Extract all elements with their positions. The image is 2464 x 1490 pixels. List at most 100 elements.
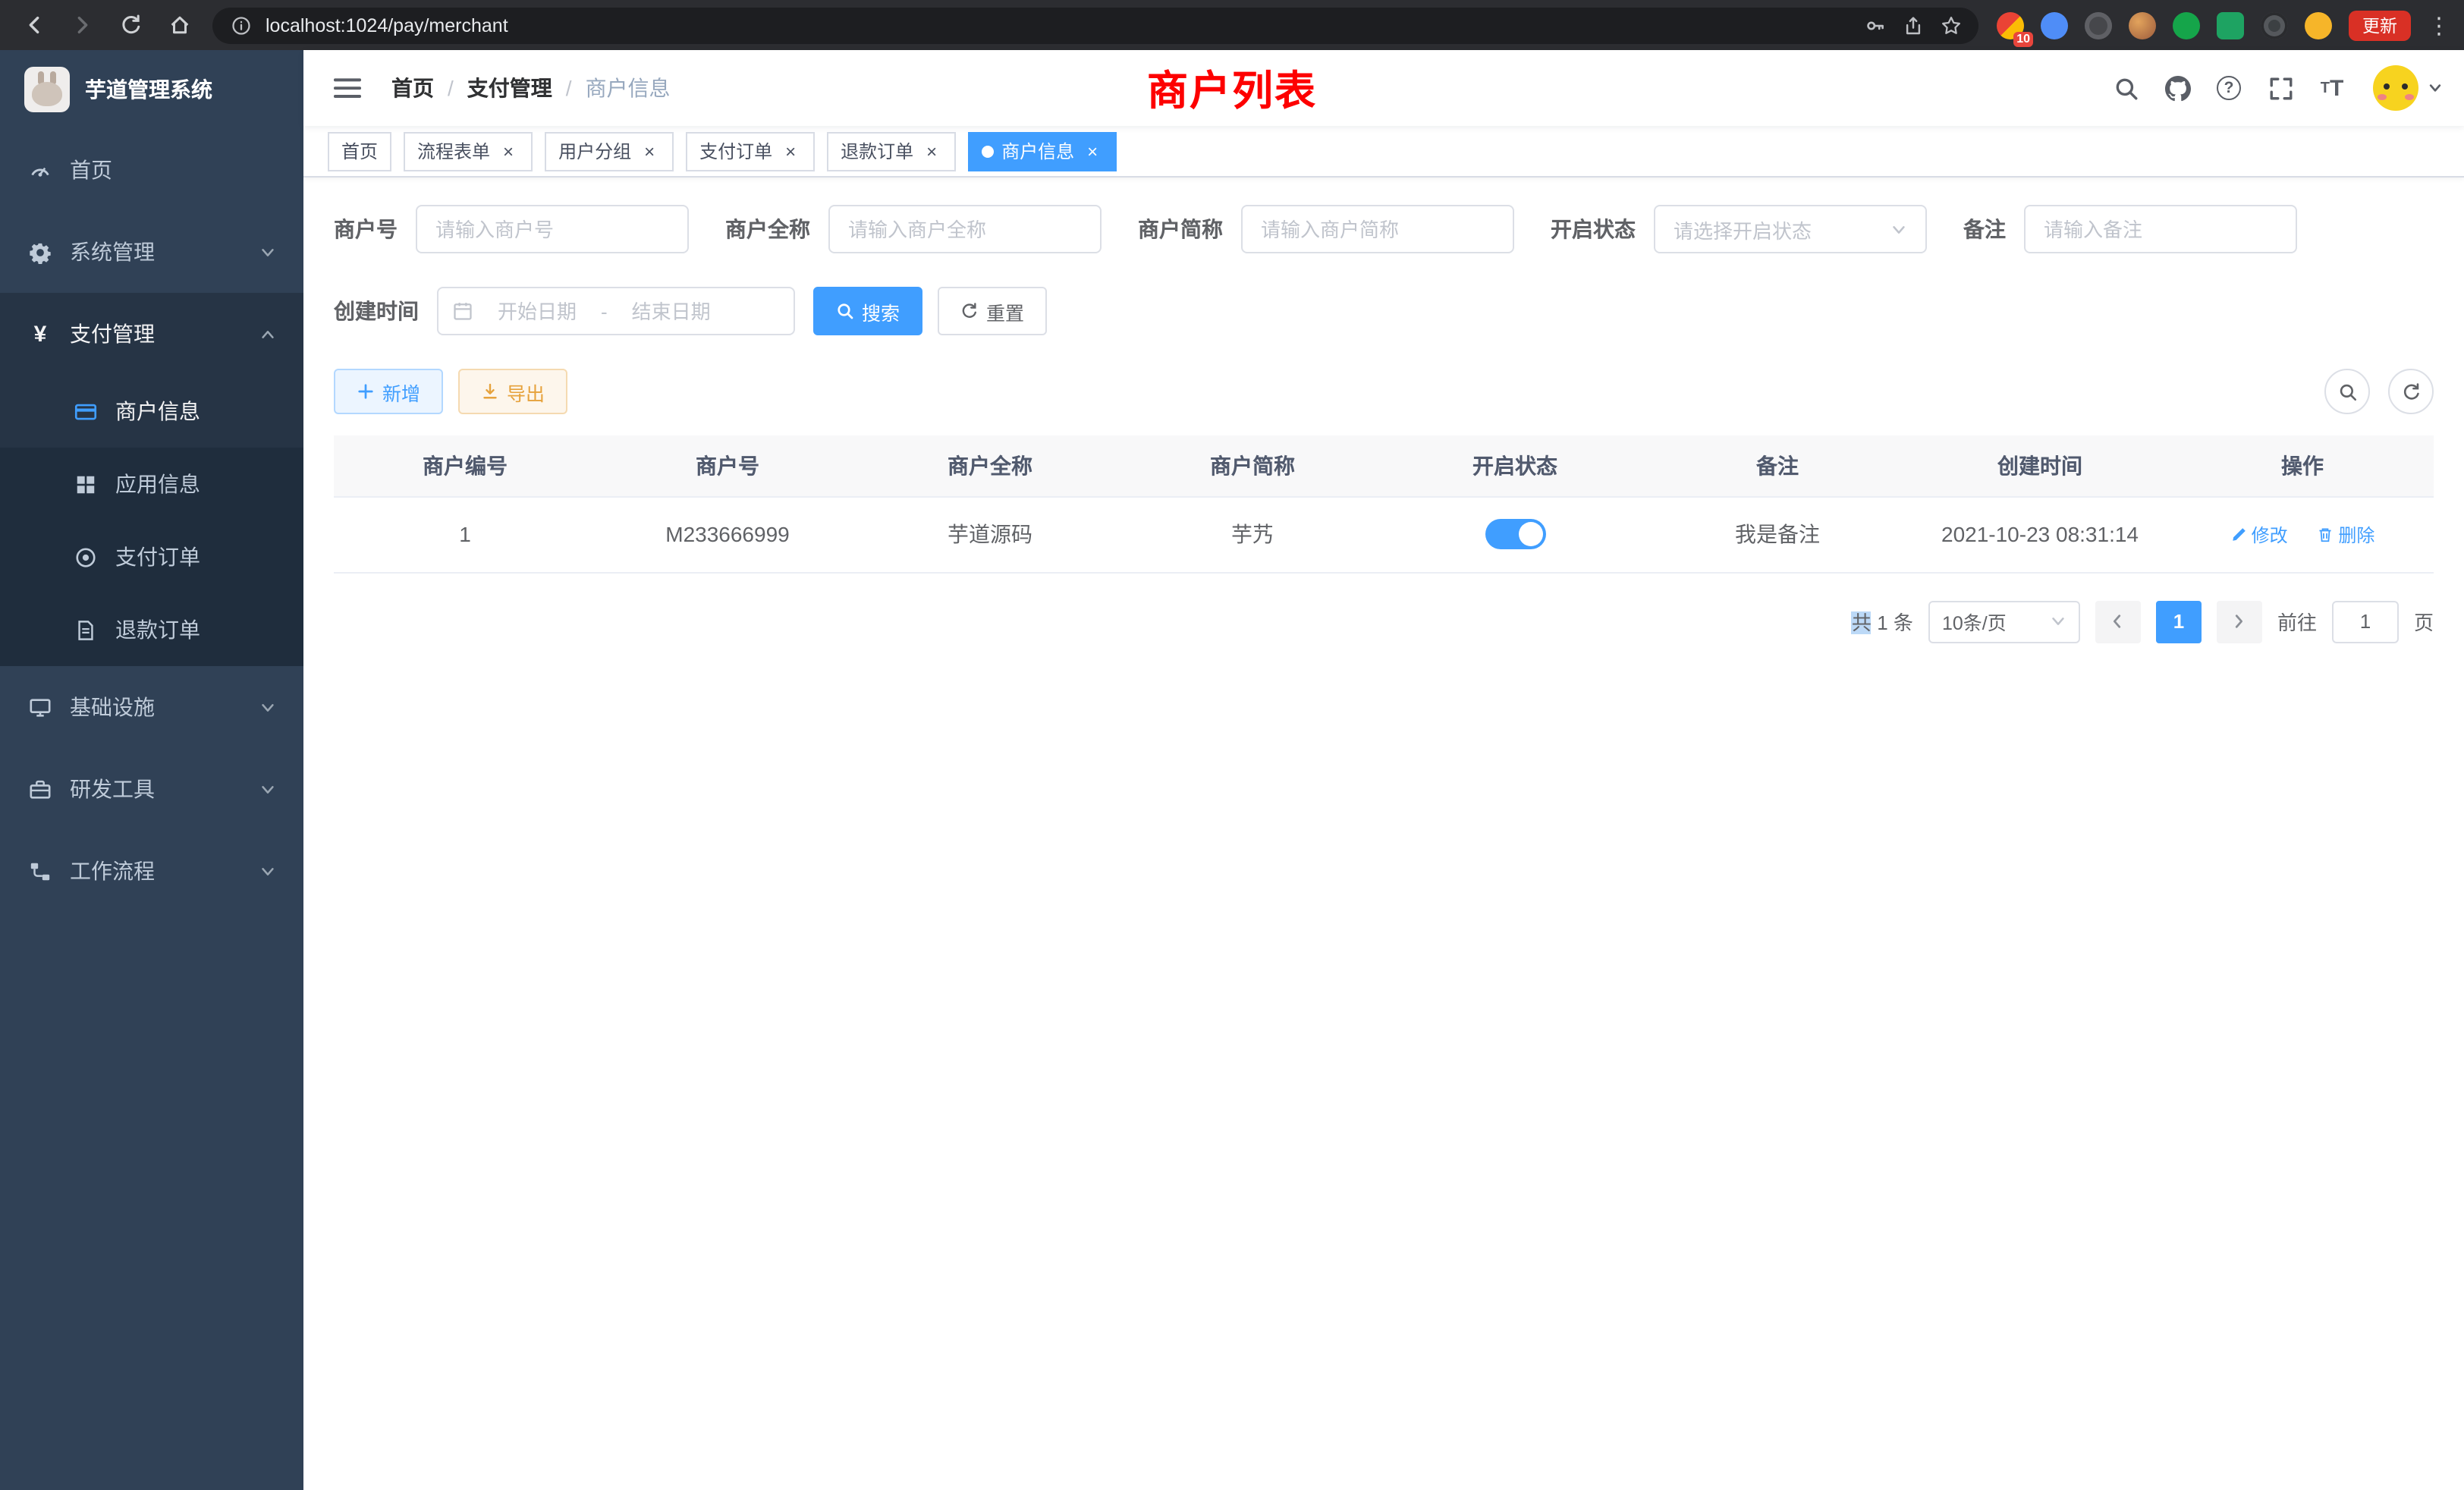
cell-actions: 修改 删除 [2171, 496, 2434, 572]
sidebar-item-workflow[interactable]: 工作流程 [0, 830, 303, 912]
info-icon[interactable] [228, 12, 253, 38]
bookmark-star-icon[interactable] [1938, 12, 1963, 38]
app-logo[interactable]: 芋道管理系统 [0, 50, 303, 129]
sidebar-item-refund-order[interactable]: 退款订单 [0, 593, 303, 666]
page-1-button[interactable]: 1 [2156, 600, 2202, 643]
back-icon[interactable] [18, 10, 49, 40]
sidebar-item-merchant-info[interactable]: 商户信息 [0, 375, 303, 448]
tab-user-group[interactable]: 用户分组 × [545, 131, 674, 171]
table-header-row: 商户编号 商户号 商户全称 商户简称 开启状态 备注 创建时间 操作 [334, 435, 2434, 496]
key-icon[interactable] [1862, 12, 1887, 38]
breadcrumb-payment[interactable]: 支付管理 [467, 73, 552, 103]
font-size-icon[interactable]: TT [2309, 65, 2355, 111]
sidebar: 芋道管理系统 首页 系统管理 [0, 50, 303, 1490]
caret-down-icon[interactable] [2428, 80, 2443, 96]
sidebar-item-home[interactable]: 首页 [0, 129, 303, 211]
status-toggle[interactable] [1485, 519, 1545, 549]
col-remark: 备注 [1646, 435, 1909, 496]
payment-submenu: 商户信息 应用信息 支付订单 [0, 375, 303, 666]
reload-icon[interactable] [115, 10, 146, 40]
search-icon[interactable] [2103, 65, 2148, 111]
dashboard-icon [27, 159, 53, 181]
merchant-no-input[interactable] [416, 205, 689, 253]
close-icon[interactable]: × [780, 140, 801, 162]
goto-label: 前往 [2277, 607, 2317, 636]
sidebar-item-dev-tools[interactable]: 研发工具 [0, 748, 303, 830]
tab-process-form[interactable]: 流程表单 × [404, 131, 533, 171]
logo-image [24, 67, 70, 112]
col-short-name: 商户简称 [1121, 435, 1384, 496]
fullscreen-icon[interactable] [2258, 65, 2303, 111]
breadcrumb-separator: / [448, 76, 454, 100]
end-date-input[interactable] [614, 300, 729, 322]
edit-link[interactable]: 修改 [2230, 521, 2288, 547]
close-icon[interactable]: × [1082, 140, 1103, 162]
toggle-search-button[interactable] [2324, 369, 2370, 414]
export-button[interactable]: 导出 [458, 369, 567, 414]
tab-home[interactable]: 首页 [328, 131, 391, 171]
sidebar-item-payment[interactable]: ¥ 支付管理 [0, 293, 303, 375]
close-icon[interactable]: × [639, 140, 660, 162]
github-icon[interactable] [2154, 65, 2200, 111]
date-separator: - [601, 300, 608, 322]
tab-pay-order[interactable]: 支付订单 × [686, 131, 815, 171]
browser-update-button[interactable]: 更新 [2349, 10, 2411, 40]
chevron-down-icon [1890, 221, 1907, 237]
avatar[interactable] [2373, 65, 2418, 111]
help-icon[interactable]: ? [2206, 65, 2252, 111]
extension-icon-1[interactable]: 10 [1997, 11, 2024, 39]
col-actions: 操作 [2171, 435, 2434, 496]
goto-page-input[interactable] [2332, 600, 2399, 643]
screen: localhost:1024/pay/merchant 10 更新 ⋮ [0, 0, 2464, 1490]
full-name-input[interactable] [828, 205, 1102, 253]
reset-button[interactable]: 重置 [938, 287, 1047, 335]
extension-icon-8[interactable] [2305, 11, 2332, 39]
address-bar[interactable]: localhost:1024/pay/merchant [212, 7, 1978, 43]
forward-icon[interactable] [67, 10, 97, 40]
short-name-input[interactable] [1241, 205, 1514, 253]
toolbox-icon [27, 778, 53, 800]
add-button[interactable]: 新增 [334, 369, 443, 414]
home-icon[interactable] [164, 10, 194, 40]
page-size-select[interactable]: 10条/页 [1928, 600, 2080, 643]
sidebar-item-label: 商户信息 [115, 396, 200, 426]
delete-link[interactable]: 删除 [2317, 521, 2374, 547]
tab-merchant-info[interactable]: 商户信息 × [968, 131, 1117, 171]
extension-icon-6[interactable] [2217, 11, 2244, 39]
status-select-placeholder: 请选择开启状态 [1674, 215, 1812, 244]
status-select[interactable]: 请选择开启状态 [1654, 205, 1927, 253]
tab-refund-order[interactable]: 退款订单 × [827, 131, 956, 171]
share-icon[interactable] [1900, 12, 1925, 38]
prev-page-button[interactable] [2095, 600, 2141, 643]
extension-icon-7[interactable] [2261, 11, 2288, 39]
url-text[interactable]: localhost:1024/pay/merchant [266, 14, 1850, 36]
close-icon[interactable]: × [921, 140, 942, 162]
extension-icon-5[interactable] [2173, 11, 2200, 39]
extension-icon-2[interactable] [2041, 11, 2068, 39]
page-content: 商户号 商户全称 商户简称 开启状态 请选择开启状态 [303, 178, 2464, 1490]
start-date-input[interactable] [479, 300, 595, 322]
reset-button-label: 重置 [986, 297, 1024, 325]
next-page-button[interactable] [2217, 600, 2262, 643]
sidebar-item-label: 应用信息 [115, 469, 200, 499]
search-button[interactable]: 搜索 [813, 287, 922, 335]
remark-input[interactable] [2024, 205, 2297, 253]
extension-icon-3[interactable] [2085, 11, 2112, 39]
sidebar-item-infrastructure[interactable]: 基础设施 [0, 666, 303, 748]
col-status: 开启状态 [1384, 435, 1646, 496]
table-toolbar-right [2324, 369, 2434, 414]
sidebar-item-system[interactable]: 系统管理 [0, 211, 303, 293]
extension-icon-4[interactable] [2129, 11, 2156, 39]
hamburger-icon[interactable] [325, 76, 370, 100]
sidebar-item-app-info[interactable]: 应用信息 [0, 448, 303, 520]
create-time-range[interactable]: - [437, 287, 795, 335]
delete-icon [2317, 526, 2334, 542]
col-merchant-no: 商户号 [596, 435, 859, 496]
close-icon[interactable]: × [498, 140, 519, 162]
refresh-table-button[interactable] [2388, 369, 2434, 414]
breadcrumb-current: 商户信息 [586, 73, 671, 103]
chevron-down-icon [2050, 613, 2066, 630]
breadcrumb-home[interactable]: 首页 [391, 73, 434, 103]
browser-menu-icon[interactable]: ⋮ [2428, 11, 2446, 39]
sidebar-item-pay-order[interactable]: 支付订单 [0, 520, 303, 593]
